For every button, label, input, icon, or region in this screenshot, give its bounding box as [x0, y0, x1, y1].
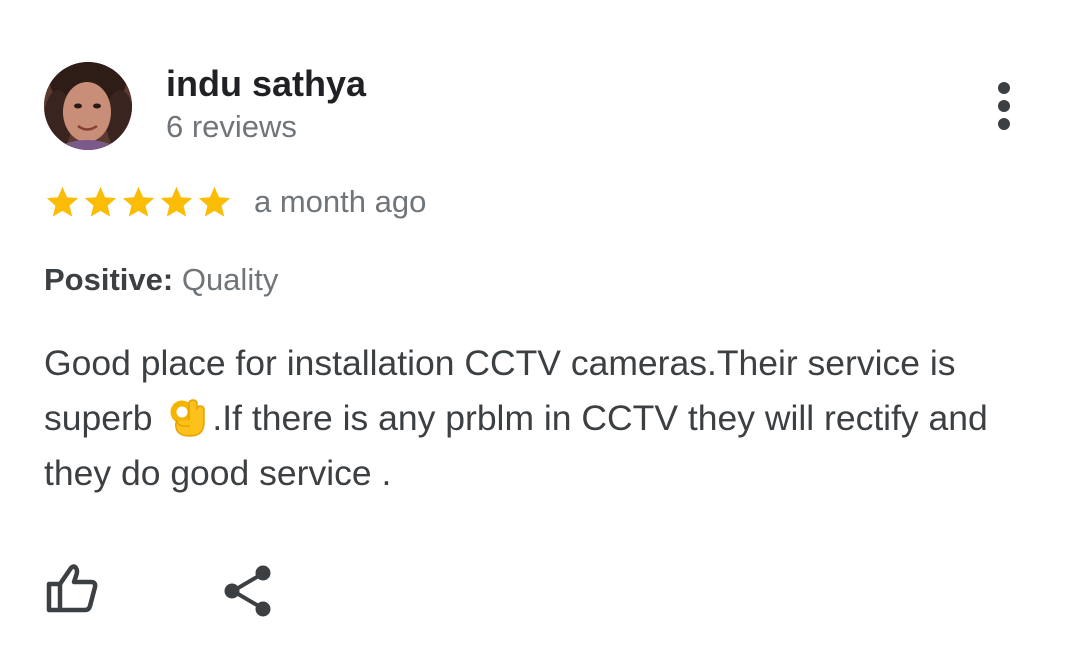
star-icon	[160, 186, 193, 217]
thumb-up-icon	[46, 564, 98, 613]
star-icon	[122, 186, 155, 217]
reviewer-name[interactable]: indu sathya	[166, 62, 366, 106]
star-rating	[44, 184, 234, 221]
action-bar	[0, 560, 1080, 624]
star-icon	[84, 186, 117, 217]
star-icon	[46, 186, 79, 217]
share-button[interactable]	[222, 564, 274, 618]
ok-hand-emoji-icon	[170, 399, 206, 437]
avatar-photo	[44, 62, 132, 150]
reviewer-review-count: 6 reviews	[166, 109, 297, 144]
attribute-value: Quality	[173, 262, 279, 297]
like-button[interactable]	[44, 560, 102, 618]
review-text: Good place for installation CCTV cameras…	[44, 336, 1044, 501]
rating-row: a month ago	[44, 182, 426, 222]
attribute-label: Positive:	[44, 262, 174, 297]
star-icon	[198, 186, 231, 217]
review-date: a month ago	[254, 184, 427, 219]
reviewer-avatar[interactable]	[44, 62, 132, 150]
attribute-row: Positive: Quality	[44, 260, 278, 300]
review-card: indu sathya 6 reviews a month ago Positi…	[0, 0, 1080, 669]
more-options-button[interactable]	[982, 80, 1026, 132]
more-vert-icon	[998, 82, 1010, 130]
share-icon	[224, 565, 271, 617]
